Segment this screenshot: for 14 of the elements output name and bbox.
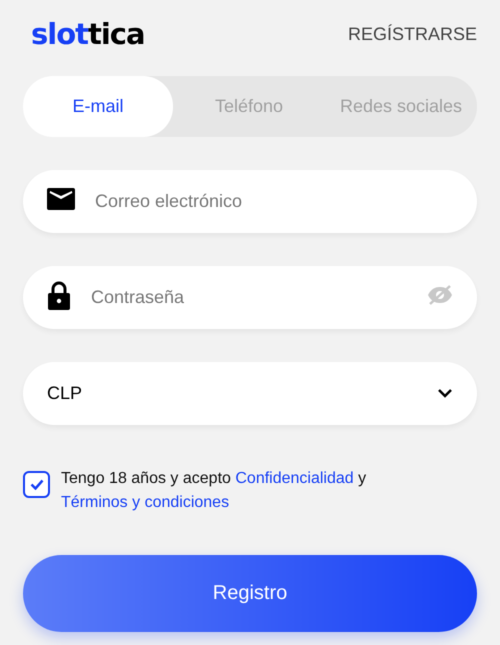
input-field[interactable]: Correo electrónico [23, 170, 477, 233]
link[interactable]: Confidencialidad [235, 470, 354, 487]
agreement-text: Tengo 18 años y acepto Confidencialidad y Términos y condiciones [61, 469, 368, 513]
register-link[interactable]: REGÍSTRARSE [348, 24, 477, 44]
input-field[interactable]: Contraseña [23, 266, 477, 329]
email-field[interactable]: Correo electrónico [93, 190, 453, 213]
register-button[interactable]: Registro [23, 555, 477, 632]
check-icon [30, 479, 44, 490]
currency-select[interactable]: CLP [23, 362, 477, 425]
link[interactable]: Términos y condiciones [61, 494, 230, 511]
password-field[interactable]: Contraseña [89, 286, 427, 309]
tab[interactable]: E-mail [23, 76, 173, 137]
logo: slottica [31, 17, 145, 51]
checkbox[interactable] [23, 471, 50, 498]
